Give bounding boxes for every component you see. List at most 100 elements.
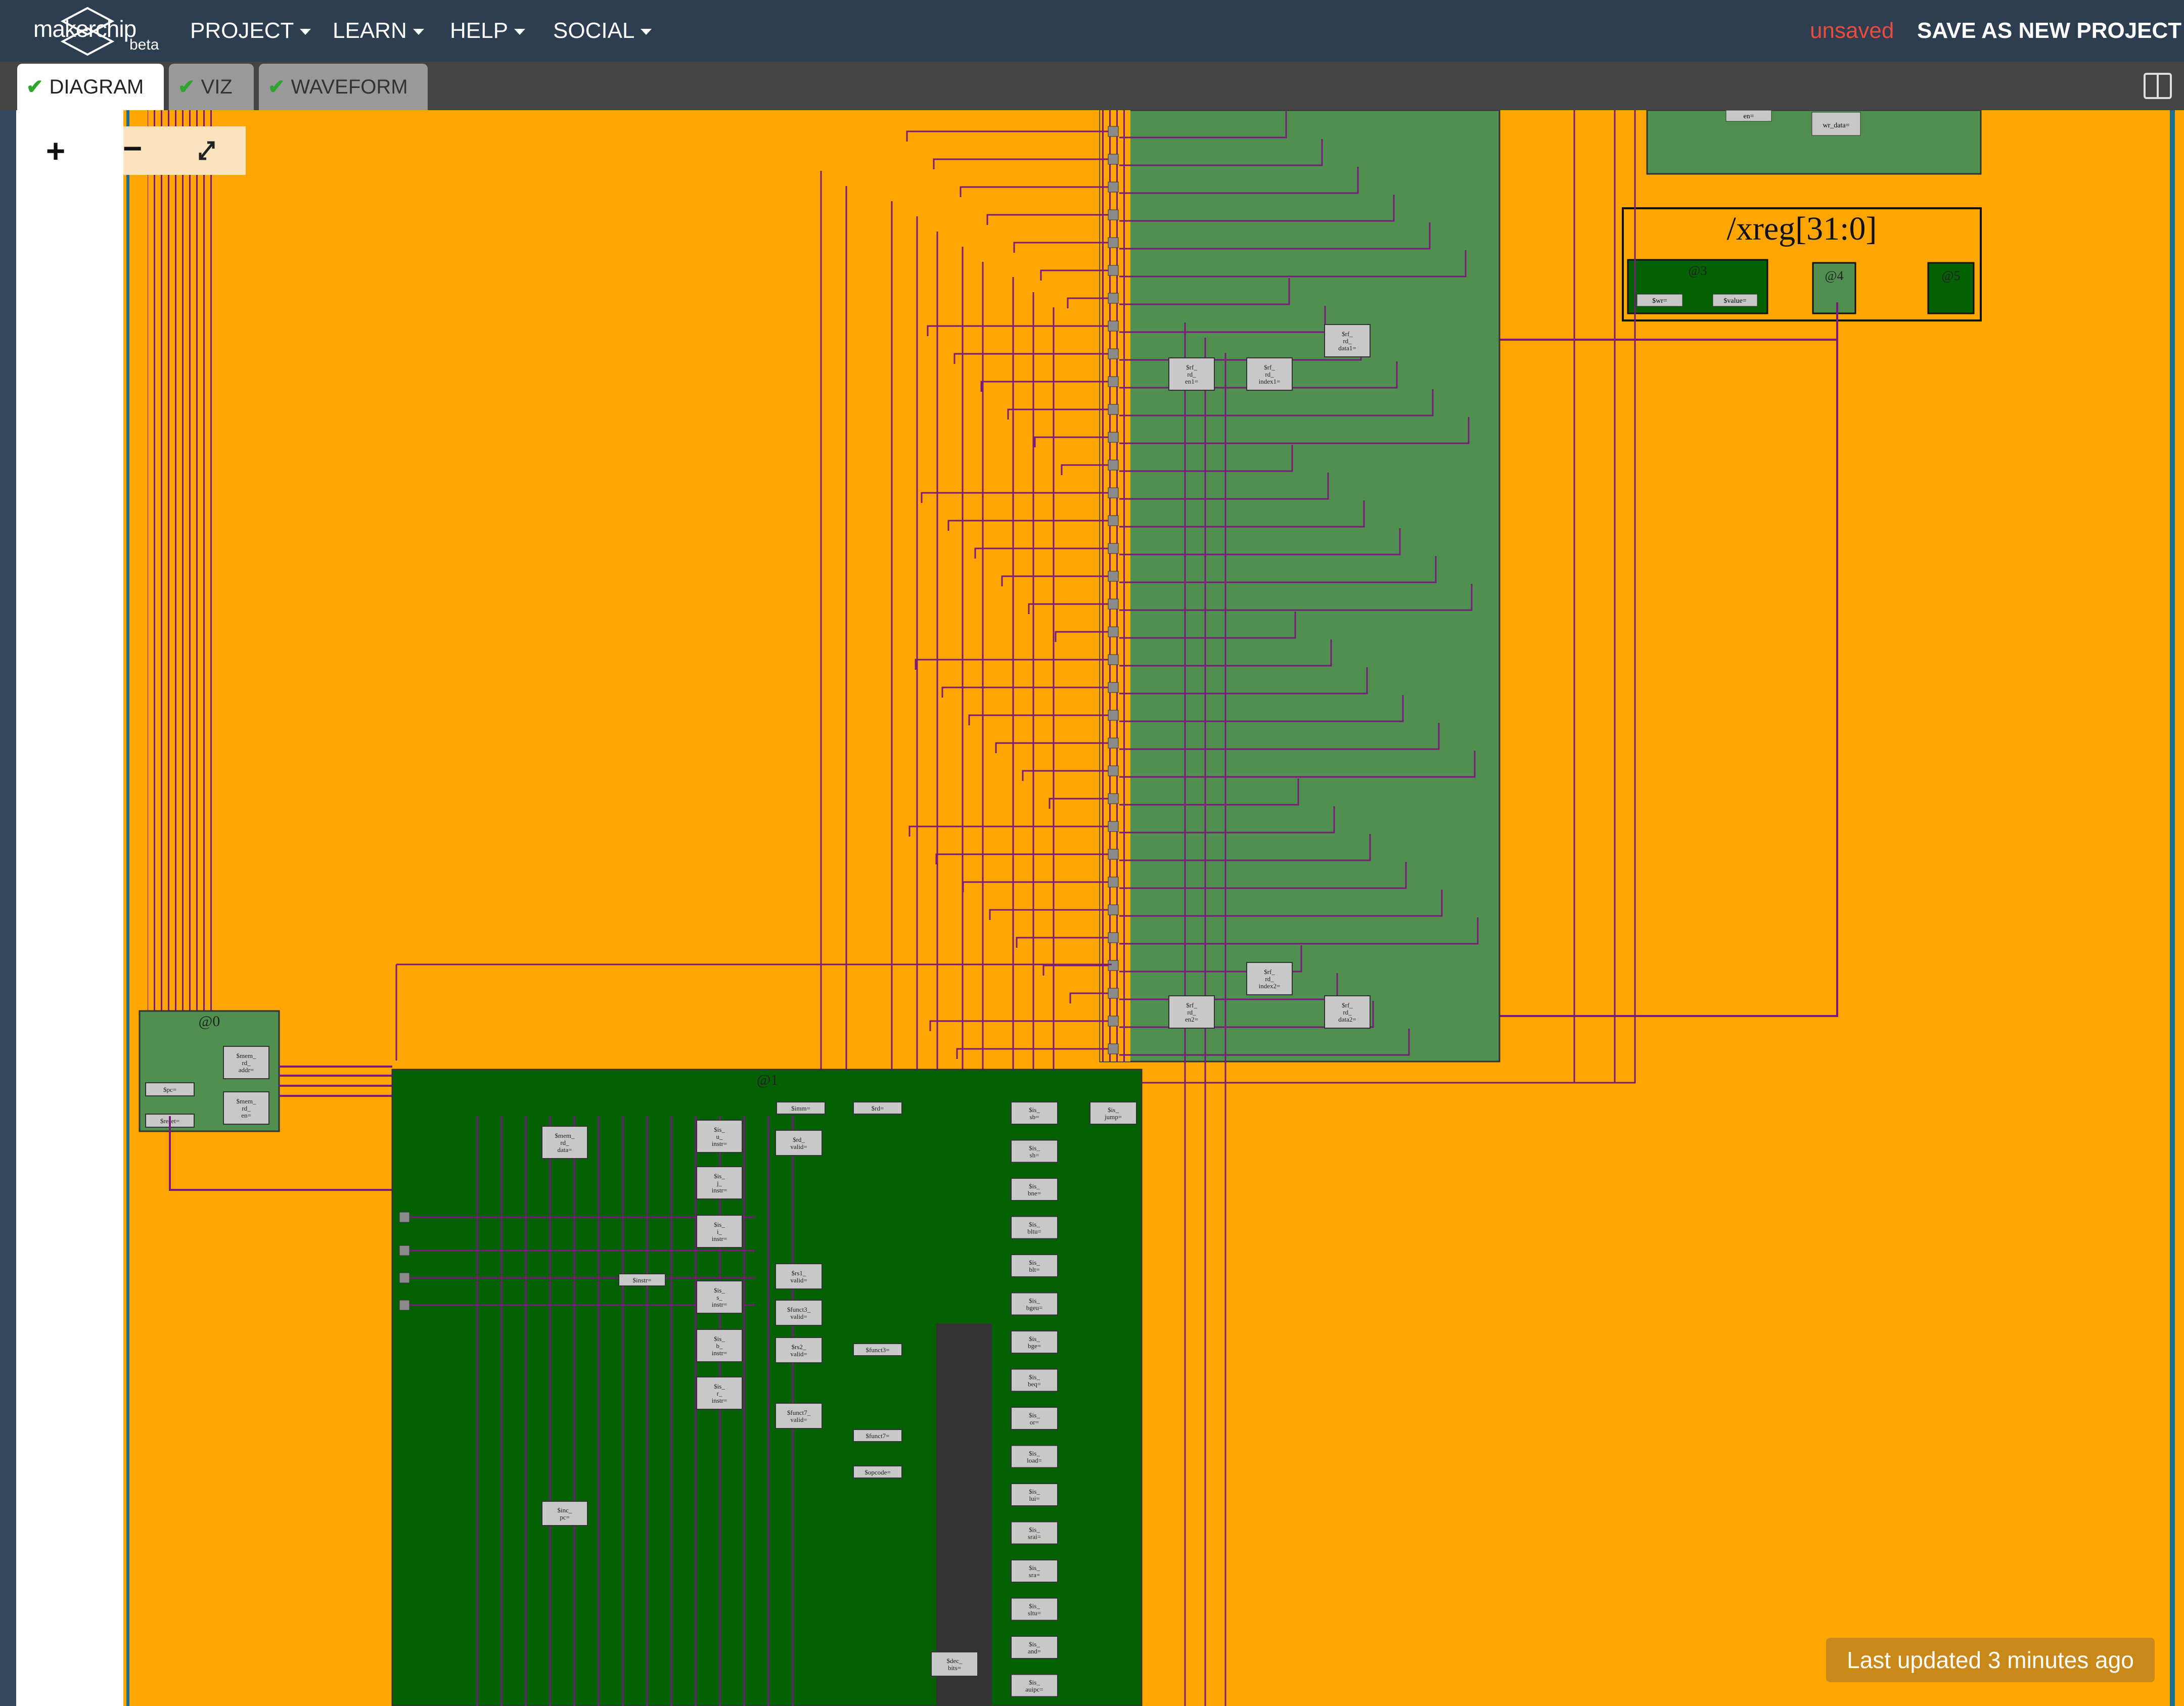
decode-signal-9-label: $is_ bbox=[1029, 1450, 1040, 1457]
decode-signal-10: $is_lui= bbox=[1011, 1483, 1058, 1506]
top-navbar: makerchip beta PROJECT LEARN HELP SOCIAL… bbox=[0, 0, 2184, 62]
decode-signal-13-label: $is_ bbox=[1029, 1602, 1040, 1610]
stage1-signal-6-label: instr= bbox=[712, 1349, 727, 1357]
decode-signal-4-label: $is_ bbox=[1029, 1259, 1040, 1266]
rf-port bbox=[1108, 432, 1119, 443]
rf-port bbox=[1108, 126, 1119, 137]
stage1-signal-14-label: valid= bbox=[790, 1350, 807, 1358]
stage1-signal-3-label: instr= bbox=[712, 1235, 727, 1242]
decode-signal-7-label: beq= bbox=[1028, 1380, 1041, 1388]
stage0-signal-1: $mem_rd_en= bbox=[223, 1091, 269, 1125]
rf-port bbox=[1108, 237, 1119, 248]
rf-signal-2-label: data1= bbox=[1338, 344, 1356, 352]
stage1-signal-4-label: $instr= bbox=[633, 1276, 652, 1284]
check-icon: ✔ bbox=[268, 76, 285, 98]
rf-signal-2-label: $rf_ bbox=[1342, 330, 1353, 338]
stage1-signal-1: $is_u_instr= bbox=[696, 1120, 743, 1153]
zoom-in-button[interactable]: + bbox=[40, 130, 71, 171]
rf-port bbox=[1108, 181, 1119, 193]
rf-signal-3-label: en2= bbox=[1185, 1016, 1198, 1023]
expand-icon[interactable] bbox=[194, 135, 219, 166]
rf-port bbox=[1108, 404, 1119, 415]
tab-viz-label: VIZ bbox=[201, 76, 233, 98]
stage1-signal-3-label: $is_ bbox=[714, 1221, 725, 1228]
rf-signal-0-label: $rf_ bbox=[1186, 363, 1197, 371]
rf-signal-0: $rf_rd_en1= bbox=[1168, 357, 1215, 391]
split-pane-icon[interactable] bbox=[2144, 73, 2172, 99]
decode-signal-9-label: load= bbox=[1027, 1457, 1042, 1464]
decode-signal-10-label: lui= bbox=[1029, 1495, 1039, 1502]
tab-waveform-label: WAVEFORM bbox=[291, 76, 408, 98]
rf-signal-4-label: rd_ bbox=[1265, 975, 1274, 983]
xreg-label: /xreg[31:0] bbox=[1727, 210, 1877, 247]
stage1-port bbox=[399, 1212, 410, 1223]
stage1-signal-0-label: data= bbox=[558, 1146, 572, 1154]
stage1-signal-9: $imm= bbox=[776, 1101, 826, 1115]
rf-port bbox=[1108, 487, 1119, 498]
signal-en-label: en= bbox=[1743, 113, 1754, 120]
stage1-signal-17: $funct7= bbox=[853, 1429, 902, 1442]
stage1-signal-19-label: $dec_ bbox=[946, 1657, 963, 1665]
decode-signal-13-label: sltu= bbox=[1028, 1609, 1041, 1617]
decode-signal-6-label: $is_ bbox=[1029, 1335, 1040, 1343]
stage1-port bbox=[399, 1272, 410, 1283]
stage1-signal-16: $funct7_valid= bbox=[775, 1403, 823, 1429]
decode-signal-6: $is_bge= bbox=[1011, 1330, 1058, 1354]
rf-signal-4-label: $rf_ bbox=[1264, 968, 1275, 976]
stage1-signal-5-label: s_ bbox=[716, 1294, 722, 1301]
xreg-stage-4-label: @4 bbox=[1825, 268, 1844, 283]
rf-port bbox=[1108, 737, 1119, 749]
stage1-signal-12-label: $rs1_ bbox=[792, 1269, 806, 1277]
diagram-canvas[interactable]: en= wr_data= /xreg[31:0] @3 $wr= $value=… bbox=[123, 110, 2184, 1706]
decode-signal-12-label: $is_ bbox=[1029, 1564, 1040, 1572]
decode-signal-8: $is_or= bbox=[1011, 1407, 1058, 1430]
makerchip-logo[interactable]: makerchip beta bbox=[29, 5, 159, 56]
rf-port bbox=[1108, 376, 1119, 387]
rf-port bbox=[1108, 543, 1119, 554]
rf-port bbox=[1108, 904, 1119, 915]
decode-signal-14: $is_and= bbox=[1011, 1636, 1058, 1659]
decode-signal-0-label: sb= bbox=[1030, 1113, 1039, 1121]
stage1-signal-1-label: instr= bbox=[712, 1140, 727, 1147]
stage1-signal-10: $rd= bbox=[853, 1101, 902, 1115]
rf-port bbox=[1108, 821, 1119, 832]
dec-bits-bus bbox=[936, 1323, 992, 1706]
decode-signal-3: $is_bltu= bbox=[1011, 1216, 1058, 1239]
stage1-signal-13-label: valid= bbox=[790, 1313, 807, 1320]
rf-port bbox=[1108, 877, 1119, 888]
stage1-signal-18: $opcode= bbox=[853, 1465, 902, 1479]
decode-signal-5-label: $is_ bbox=[1029, 1297, 1040, 1305]
signal-value-label: $value= bbox=[1723, 297, 1746, 305]
stage-1-label: @1 bbox=[757, 1072, 779, 1088]
save-as-new-project-button[interactable]: SAVE AS NEW PROJECT bbox=[1917, 18, 2181, 43]
decode-signal-5-label: bgeu= bbox=[1026, 1304, 1043, 1312]
tab-diagram[interactable]: ✔ DIAGRAM bbox=[17, 64, 164, 110]
zoom-out-button[interactable]: − bbox=[117, 126, 148, 175]
decode-signal-0-label: $is_ bbox=[1029, 1106, 1040, 1114]
chevron-down-icon bbox=[413, 29, 424, 35]
stage1-signal-6-label: b_ bbox=[716, 1342, 723, 1350]
stage1-signal-1-label: $is_ bbox=[714, 1126, 725, 1133]
stage1-signal-10-label: $rd= bbox=[872, 1104, 884, 1112]
stage1-signal-8-label: $inc_ bbox=[558, 1506, 572, 1514]
rf-signal-5-label: $rf_ bbox=[1342, 1001, 1353, 1009]
decode-signal-3-label: $is_ bbox=[1029, 1221, 1040, 1228]
tab-viz[interactable]: ✔ VIZ bbox=[169, 64, 254, 110]
stage1-signal-13-label: $funct3_ bbox=[787, 1306, 811, 1313]
rf-port bbox=[1108, 459, 1119, 471]
stage0-signal-0: $mem_rd_addr= bbox=[223, 1046, 269, 1079]
decode-signal-2-label: $is_ bbox=[1029, 1182, 1040, 1190]
menu-project[interactable]: PROJECT bbox=[190, 18, 311, 43]
stage1-signal-1-label: u_ bbox=[716, 1133, 723, 1140]
wire-bundle-left bbox=[148, 110, 213, 1086]
stage1-signal-2-label: instr= bbox=[712, 1186, 727, 1194]
tab-waveform[interactable]: ✔ WAVEFORM bbox=[259, 64, 428, 110]
menu-social[interactable]: SOCIAL bbox=[553, 18, 652, 43]
menu-learn[interactable]: LEARN bbox=[333, 18, 424, 43]
decode-signal-11-label: srai= bbox=[1028, 1533, 1041, 1541]
rf-port bbox=[1108, 293, 1119, 304]
decode-signal-15-label: $is_ bbox=[1029, 1679, 1040, 1686]
rf-signal-4: $rf_rd_index2= bbox=[1246, 962, 1293, 995]
stage-0-label: @0 bbox=[199, 1013, 220, 1030]
menu-help[interactable]: HELP bbox=[450, 18, 525, 43]
